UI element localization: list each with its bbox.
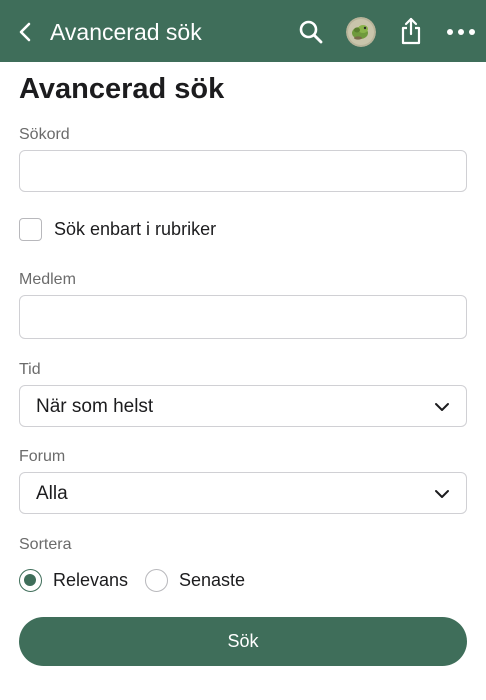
keywords-input[interactable] (19, 150, 467, 192)
page-title: Avancerad sök (19, 73, 225, 105)
sort-option-latest[interactable]: Senaste (145, 568, 245, 592)
avatar[interactable] (346, 17, 376, 47)
search-icon (299, 20, 323, 44)
search-button[interactable] (296, 17, 326, 47)
relevance-label: Relevans (53, 569, 129, 590)
more-options-button[interactable] (444, 20, 478, 44)
more-icon (447, 29, 475, 35)
time-select-value: När som helst (36, 396, 154, 417)
forum-select-value: Alla (36, 483, 68, 504)
topbar-title: Avancerad sök (50, 19, 202, 45)
top-navigation-bar: Avancerad sök (0, 0, 486, 62)
sort-label: Sortera (19, 536, 72, 553)
back-button[interactable] (14, 18, 36, 46)
titles-only-option[interactable]: Sök enbart i rubriker (19, 217, 216, 241)
titles-only-checkbox[interactable] (19, 217, 42, 241)
time-select[interactable]: När som helst (19, 385, 467, 427)
back-chevron-icon (19, 22, 31, 42)
latest-radio[interactable] (145, 568, 168, 592)
relevance-radio[interactable] (19, 568, 42, 592)
avatar-image (346, 17, 376, 47)
sort-option-relevance[interactable]: Relevans (19, 568, 128, 592)
keywords-label: Sökord (19, 126, 70, 143)
search-submit-button[interactable]: Sök (19, 617, 467, 666)
chevron-down-icon (435, 490, 449, 498)
share-icon (401, 17, 421, 45)
share-button[interactable] (396, 14, 426, 48)
titles-only-label: Sök enbart i rubriker (54, 218, 217, 239)
member-label: Medlem (19, 271, 76, 288)
latest-label: Senaste (179, 569, 246, 590)
forum-select[interactable]: Alla (19, 472, 467, 514)
forum-label: Forum (19, 448, 66, 465)
time-label: Tid (19, 361, 41, 378)
chevron-down-icon (435, 403, 449, 411)
member-input[interactable] (19, 295, 467, 339)
